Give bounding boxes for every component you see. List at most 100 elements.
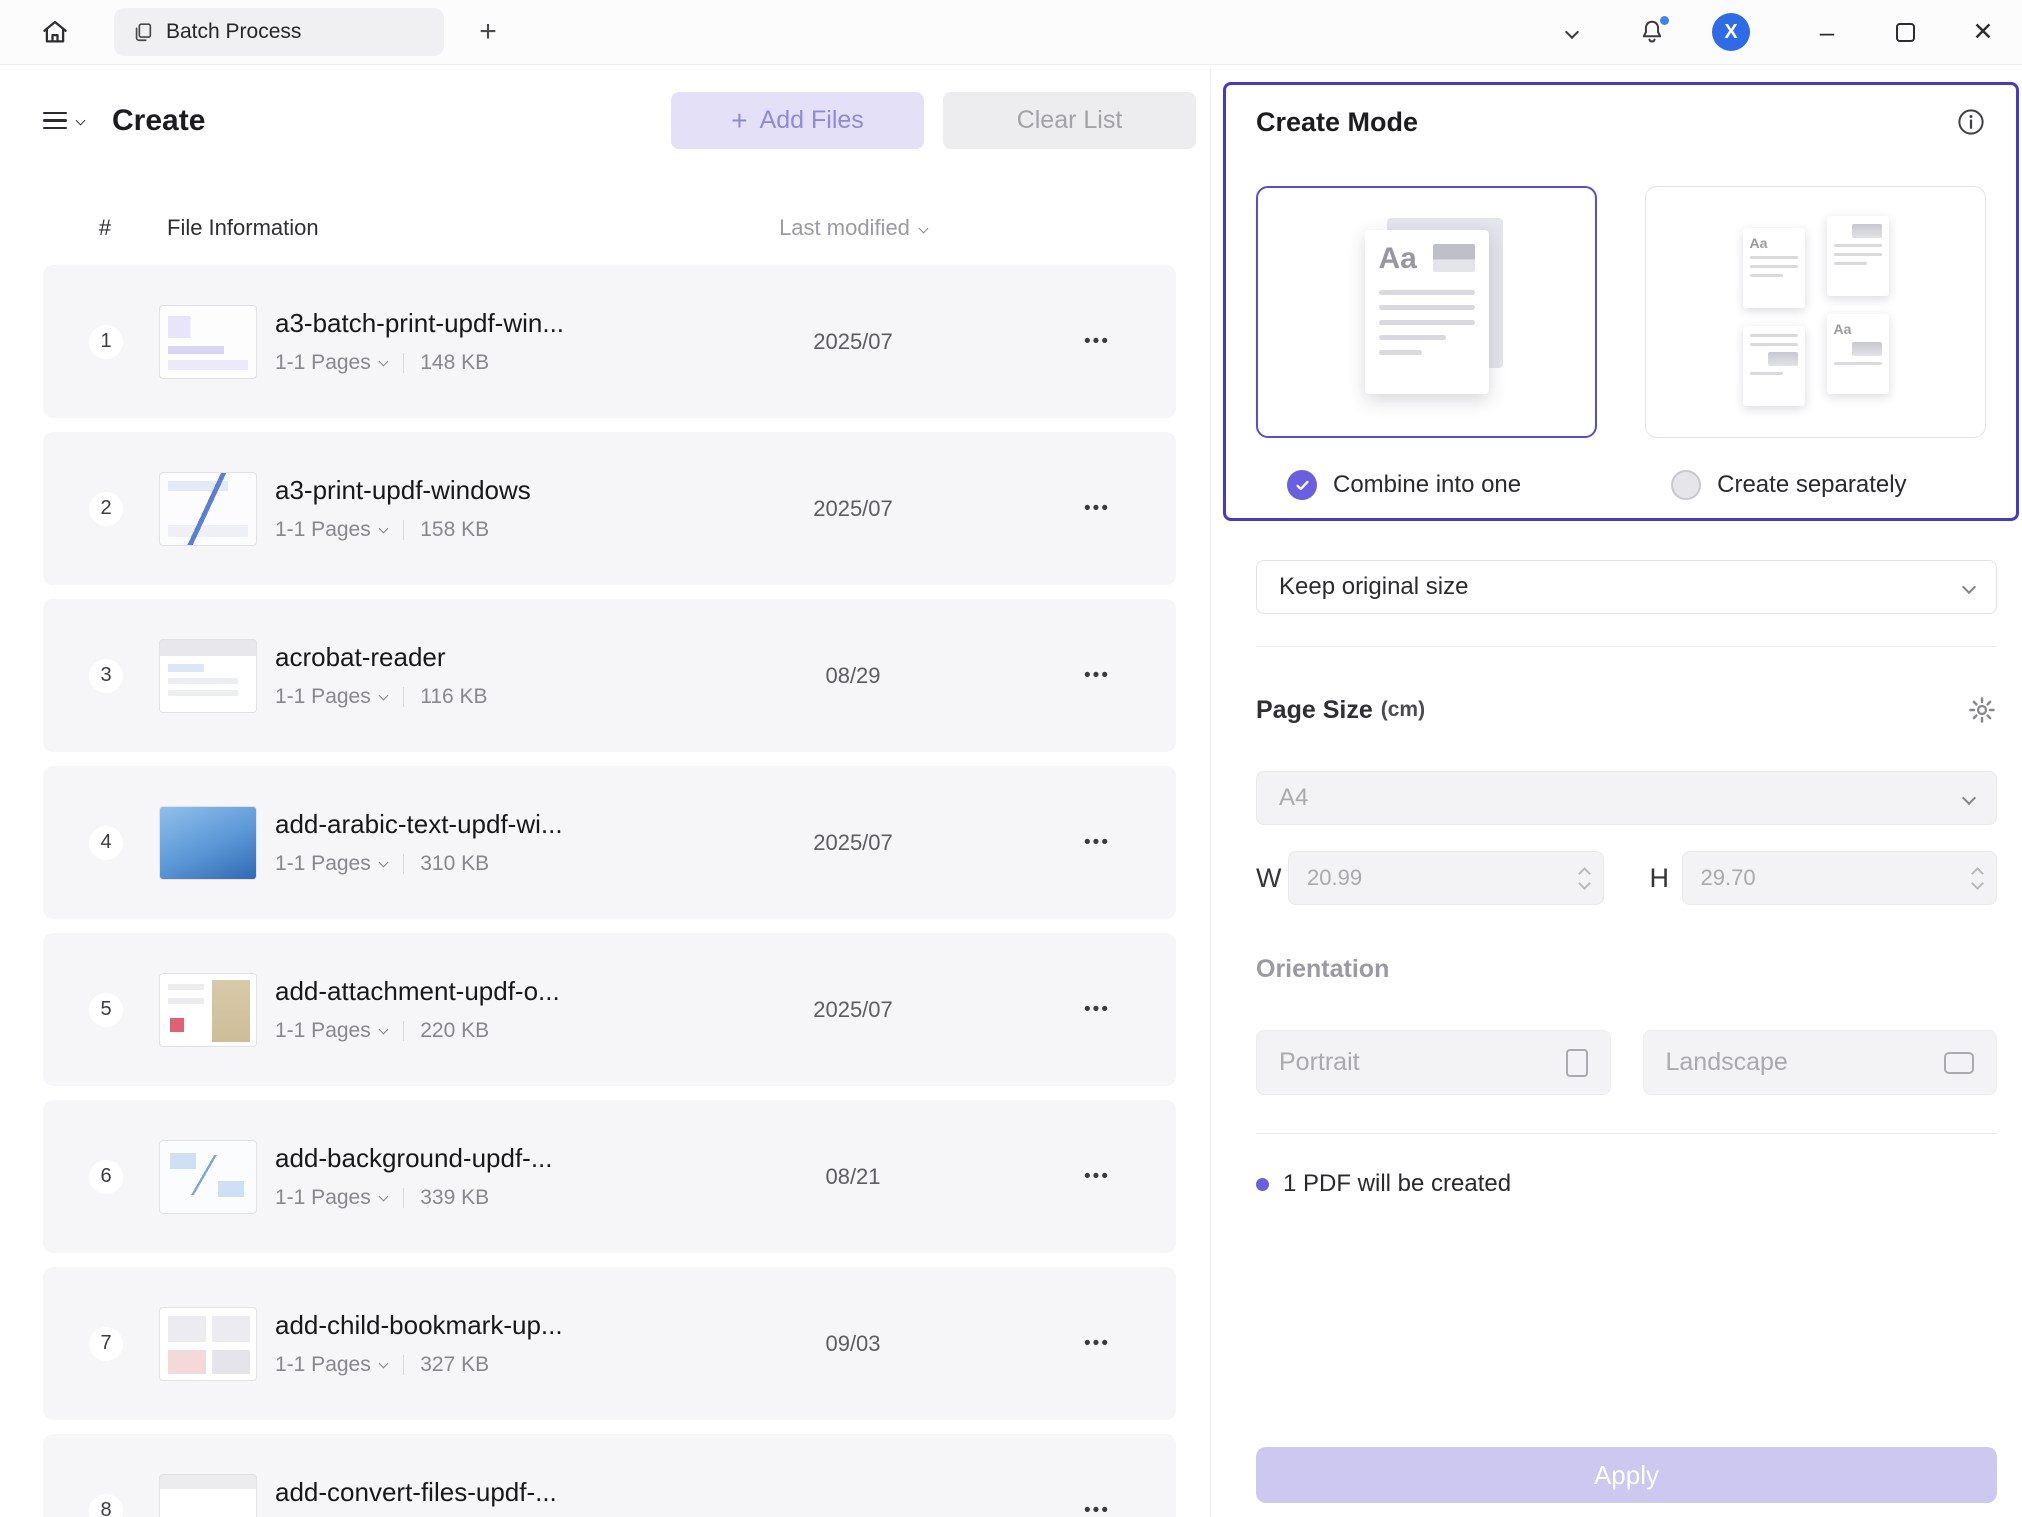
separate-label: Create separately — [1717, 471, 1906, 499]
width-stepper[interactable] — [1580, 869, 1589, 888]
row-number: 4 — [89, 826, 123, 860]
column-index: # — [87, 215, 123, 241]
page-size-settings-button[interactable] — [1967, 695, 1997, 725]
file-row[interactable]: 2 a3-print-updf-windows 1-1 Pages 158 KB… — [43, 432, 1176, 585]
landscape-page-icon — [1944, 1052, 1974, 1074]
plus-icon: + — [731, 107, 747, 135]
avatar[interactable]: X — [1712, 13, 1750, 51]
pages-dropdown[interactable]: 1-1 Pages — [275, 1186, 387, 1210]
file-row[interactable]: 7 add-child-bookmark-up... 1-1 Pages 327… — [43, 1267, 1176, 1420]
page-size-preset-select[interactable]: A4 — [1256, 771, 1997, 825]
file-name: add-convert-files-updf-... — [275, 1477, 753, 1508]
file-row[interactable]: 4 add-arabic-text-updf-wi... 1-1 Pages 3… — [43, 766, 1176, 919]
size-mode-select[interactable]: Keep original size — [1256, 560, 1997, 614]
file-thumbnail — [159, 1307, 257, 1381]
pages-dropdown[interactable]: 1-1 Pages — [275, 685, 387, 709]
file-thumbnail — [159, 973, 257, 1047]
file-name: add-attachment-updf-o... — [275, 976, 753, 1007]
more-options-button[interactable]: ••• — [1067, 1500, 1127, 1517]
pages-dropdown[interactable]: 1-1 Pages — [275, 518, 387, 542]
separate-mode-card[interactable]: Aa Aa — [1645, 186, 1986, 438]
landscape-label: Landscape — [1666, 1048, 1788, 1077]
file-date: 08/21 — [753, 1164, 953, 1190]
file-date: 2025/07 — [753, 830, 953, 856]
file-info: acrobat-reader 1-1 Pages 116 KB — [275, 642, 753, 709]
sort-last-modified[interactable]: Last modified — [753, 215, 953, 241]
pages-dropdown-label: 1-1 Pages — [275, 351, 371, 375]
file-row[interactable]: 5 add-attachment-updf-o... 1-1 Pages 220… — [43, 933, 1176, 1086]
file-row[interactable]: 6 add-background-updf-... 1-1 Pages 339 … — [43, 1100, 1176, 1253]
pages-dropdown[interactable]: 1-1 Pages — [275, 351, 387, 375]
maximize-button[interactable] — [1886, 9, 1924, 55]
column-file-information: File Information — [167, 215, 753, 241]
file-name: add-background-updf-... — [275, 1143, 753, 1174]
create-separately-option[interactable]: Create separately — [1671, 470, 1906, 500]
file-row[interactable]: 1 a3-batch-print-updf-win... 1-1 Pages 1… — [43, 265, 1176, 418]
aa-glyph: Aa — [1379, 244, 1417, 274]
file-date: 2025/07 — [753, 997, 953, 1023]
more-options-button[interactable]: ••• — [1067, 665, 1127, 687]
file-size: 310 KB — [420, 852, 489, 876]
file-date: 2025/07 — [753, 329, 953, 355]
more-options-button[interactable]: ••• — [1067, 832, 1127, 854]
row-number: 5 — [89, 993, 123, 1027]
list-menu-button[interactable] — [43, 112, 84, 130]
image-placeholder — [1433, 244, 1475, 272]
more-options-button[interactable]: ••• — [1067, 1166, 1127, 1188]
clear-list-label: Clear List — [1017, 106, 1123, 135]
height-input[interactable]: 29.70 — [1682, 851, 1998, 905]
pages-dropdown[interactable]: 1-1 Pages — [275, 1019, 387, 1043]
file-thumbnail — [159, 472, 257, 546]
home-button[interactable] — [32, 9, 78, 55]
file-size: 339 KB — [420, 1186, 489, 1210]
file-date: 09/03 — [753, 1331, 953, 1357]
combine-into-one-option[interactable]: Combine into one — [1287, 470, 1521, 500]
width-input[interactable]: 20.99 — [1288, 851, 1604, 905]
maximize-icon — [1896, 23, 1915, 42]
tab-label: Batch Process — [166, 20, 301, 44]
info-button[interactable] — [1956, 107, 1986, 137]
minimize-button[interactable]: – — [1808, 9, 1846, 55]
file-size: 158 KB — [420, 518, 489, 542]
portrait-button[interactable]: Portrait — [1256, 1030, 1611, 1095]
row-number: 7 — [89, 1327, 123, 1361]
file-thumbnail — [159, 1474, 257, 1517]
file-name: acrobat-reader — [275, 642, 753, 673]
meta-divider — [403, 1188, 405, 1208]
file-info: add-child-bookmark-up... 1-1 Pages 327 K… — [275, 1310, 753, 1377]
add-files-button[interactable]: + Add Files — [671, 92, 924, 149]
more-options-button[interactable]: ••• — [1067, 999, 1127, 1021]
tab-batch-process[interactable]: Batch Process — [114, 8, 444, 56]
orientation-label: Orientation — [1256, 955, 1997, 984]
aa-glyph: Aa — [1834, 322, 1882, 336]
divider — [1256, 1133, 1997, 1134]
notification-dot — [1660, 16, 1669, 25]
pages-dropdown[interactable]: 1-1 Pages — [275, 852, 387, 876]
close-button[interactable]: ✕ — [1964, 9, 2002, 55]
apply-button[interactable]: Apply — [1256, 1447, 1997, 1503]
meta-divider — [403, 1355, 405, 1375]
portrait-label: Portrait — [1279, 1048, 1360, 1077]
height-stepper[interactable] — [1973, 869, 1982, 888]
more-options-button[interactable]: ••• — [1067, 1333, 1127, 1355]
chevron-down-icon — [378, 356, 388, 366]
new-tab-button[interactable]: + — [470, 15, 506, 49]
file-info: add-convert-files-updf-... 1-1 Pages — [275, 1477, 753, 1517]
meta-divider — [403, 520, 405, 540]
combine-mode-card[interactable]: Aa — [1256, 186, 1597, 438]
more-options-button[interactable]: ••• — [1067, 331, 1127, 353]
meta-divider — [403, 854, 405, 874]
file-row[interactable]: 3 acrobat-reader 1-1 Pages 116 KB 08/29 … — [43, 599, 1176, 752]
file-name: add-arabic-text-updf-wi... — [275, 809, 753, 840]
clear-list-button[interactable]: Clear List — [943, 92, 1196, 149]
landscape-button[interactable]: Landscape — [1643, 1030, 1998, 1095]
more-options-button[interactable]: ••• — [1067, 498, 1127, 520]
chevron-down-icon — [918, 223, 928, 233]
file-thumbnail — [159, 639, 257, 713]
file-row[interactable]: 8 add-convert-files-updf-... 1-1 Pages •… — [43, 1434, 1176, 1517]
pages-dropdown[interactable]: 1-1 Pages — [275, 1353, 387, 1377]
notifications-button[interactable] — [1634, 18, 1670, 46]
row-number: 6 — [89, 1160, 123, 1194]
window-menu-button[interactable] — [1554, 27, 1590, 37]
portrait-page-icon — [1566, 1049, 1588, 1077]
